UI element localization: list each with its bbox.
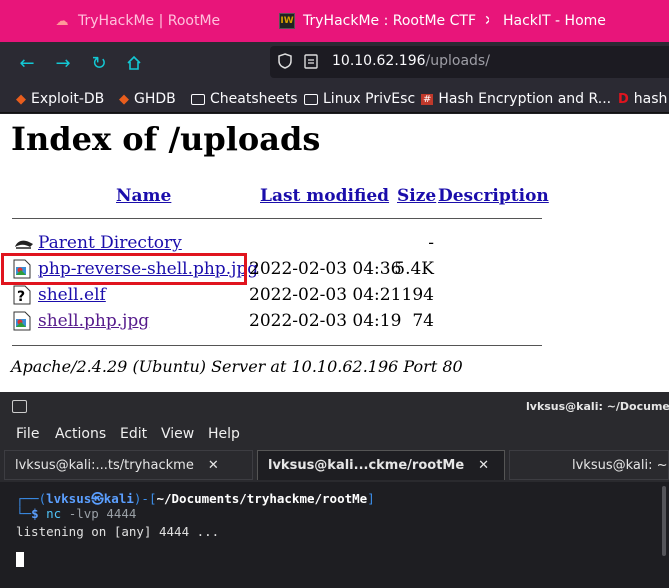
reload-icon[interactable]: ↻ xyxy=(87,51,111,75)
terminal-tab-bar: lvksus@kali:...ts/tryhackme ✕ lvksus@kal… xyxy=(0,448,669,482)
tab-title: HackIT - Home xyxy=(503,13,606,29)
terminal-output[interactable]: ┌──(lvksus㉿kali)-[~/Documents/tryhackme/… xyxy=(0,482,669,588)
close-tab-icon[interactable]: ✕ xyxy=(484,13,489,29)
kali-dragon-icon: ◆ xyxy=(16,91,26,107)
writeup-icon: IW xyxy=(279,13,295,29)
column-header-name[interactable]: Name xyxy=(116,186,171,206)
file-size: 194 xyxy=(401,285,434,305)
table-row: ? shell.elf 2022-02-03 04:21 194 xyxy=(0,283,669,307)
file-link[interactable]: shell.php.jpg xyxy=(38,311,149,331)
terminal-scrollbar[interactable] xyxy=(662,486,666,556)
svg-text:?: ? xyxy=(17,289,25,305)
bookmark-exploit-db[interactable]: ◆ Exploit-DB xyxy=(16,89,104,109)
home-icon[interactable] xyxy=(122,51,146,75)
menu-file[interactable]: File xyxy=(16,426,39,442)
prompt-host: kali xyxy=(103,491,134,506)
browser-tab-2[interactable]: IW TryHackMe : RootMe CTF ✕ xyxy=(279,0,489,42)
unknown-file-icon: ? xyxy=(13,285,33,305)
close-tab-icon[interactable]: ✕ xyxy=(208,458,219,473)
prompt-at: ㉿ xyxy=(91,491,104,506)
browser-tab-1[interactable]: ☁ TryHackMe | RootMe xyxy=(54,0,254,42)
file-modified: 2022-02-03 04:19 xyxy=(249,311,402,331)
terminal-window: lvksus@kali: ~/Documents File Actions Ed… xyxy=(0,392,669,588)
url-path: /uploads/ xyxy=(425,53,490,69)
file-modified: 2022-02-03 04:21 xyxy=(249,285,402,305)
terminal-menu-bar: File Actions Edit View Help xyxy=(0,422,669,448)
bookmark-label: Cheatsheets xyxy=(210,91,298,107)
output-line: listening on [any] 4444 ... xyxy=(16,524,220,539)
bookmark-hash[interactable]: D hash xyxy=(618,89,667,109)
hash-site-icon: # xyxy=(421,93,434,105)
prompt-line: ┌──(lvksus㉿kali)-[~/Documents/tryhackme/… xyxy=(16,491,375,506)
close-tab-icon[interactable]: ✕ xyxy=(478,458,489,473)
divider xyxy=(12,345,542,346)
file-size: 74 xyxy=(412,311,434,331)
back-arrow-icon[interactable]: ← xyxy=(15,51,39,75)
url-text: 10.10.62.196/uploads/ xyxy=(332,53,490,69)
url-host: 10.10.62.196 xyxy=(332,53,426,69)
back-folder-icon xyxy=(13,233,33,253)
menu-view[interactable]: View xyxy=(161,426,194,442)
command-line: └─$ nc -lvp 4444 xyxy=(16,506,137,521)
column-header-description[interactable]: Description xyxy=(438,186,549,206)
menu-help[interactable]: Help xyxy=(208,426,240,442)
column-header-last-modified[interactable]: Last modified xyxy=(260,186,389,206)
terminal-icon xyxy=(12,400,27,413)
image-file-icon xyxy=(13,311,33,331)
terminal-cursor xyxy=(16,552,24,567)
command-args: -lvp 4444 xyxy=(68,506,137,521)
divider xyxy=(12,218,542,219)
hash-site-icon-d: D xyxy=(618,91,629,107)
folder-icon xyxy=(191,93,205,105)
terminal-tab-2[interactable]: lvksus@kali...ckme/rootMe ✕ xyxy=(257,450,505,480)
page-content: Index of /uploads Name Last modified Siz… xyxy=(0,114,669,392)
server-signature: Apache/2.4.29 (Ubuntu) Server at 10.10.6… xyxy=(11,357,463,376)
url-bar[interactable]: 10.10.62.196/uploads/ xyxy=(270,46,669,78)
command-name: nc xyxy=(46,506,62,521)
prompt-path: ~/Documents/tryhackme/rootMe xyxy=(156,491,368,506)
browser-tab-3[interactable]: HackIT - Home xyxy=(503,0,669,42)
terminal-tab-label: lvksus@kali...ckme/rootMe xyxy=(268,458,465,473)
bookmark-label: hash xyxy=(633,91,668,107)
file-link[interactable]: shell.elf xyxy=(38,285,106,305)
parent-directory-row: Parent Directory - xyxy=(0,231,669,255)
bookmarks-bar: ◆ Exploit-DB ◆ GHDB Cheatsheets Linux Pr… xyxy=(0,84,669,113)
bookmark-label: Hash Encryption and R... xyxy=(438,91,612,107)
kali-dragon-icon: ◆ xyxy=(119,91,129,107)
terminal-title-bar: lvksus@kali: ~/Documents xyxy=(0,392,669,422)
folder-icon xyxy=(304,93,318,105)
terminal-window-title: lvksus@kali: ~/Documents xyxy=(526,400,669,413)
terminal-tab-3[interactable]: lvksus@kali: ~ xyxy=(509,450,669,480)
parent-directory-link[interactable]: Parent Directory xyxy=(38,233,182,253)
browser-tab-bar: ☁ TryHackMe | RootMe IW TryHackMe : Root… xyxy=(0,0,669,42)
tryhackme-icon: ☁ xyxy=(55,13,69,29)
terminal-tab-1[interactable]: lvksus@kali:...ts/tryhackme ✕ xyxy=(4,450,253,480)
bookmark-label: Exploit-DB xyxy=(31,91,105,107)
menu-actions[interactable]: Actions xyxy=(55,426,106,442)
shield-icon[interactable] xyxy=(278,53,292,73)
file-modified: 2022-02-03 04:36 xyxy=(249,259,402,279)
forward-arrow-icon[interactable]: → xyxy=(51,51,75,75)
terminal-tab-label: lvksus@kali:...ts/tryhackme xyxy=(15,457,194,473)
menu-edit[interactable]: Edit xyxy=(120,426,147,442)
bookmark-ghdb[interactable]: ◆ GHDB xyxy=(119,89,176,109)
page-title: Index of /uploads xyxy=(11,120,321,158)
bookmark-hash-encryption[interactable]: # Hash Encryption and R... xyxy=(421,89,611,109)
file-size: 5.4K xyxy=(394,259,434,279)
prompt-user: lvksus xyxy=(46,491,92,506)
terminal-tab-label: lvksus@kali: ~ xyxy=(572,457,668,473)
column-header-size[interactable]: Size xyxy=(397,186,436,206)
file-size: - xyxy=(428,233,434,253)
tab-title: TryHackMe : RootMe CTF xyxy=(303,13,476,29)
bookmark-label: GHDB xyxy=(134,91,176,107)
bookmark-cheatsheets[interactable]: Cheatsheets xyxy=(191,89,298,109)
table-row: shell.php.jpg 2022-02-03 04:19 74 xyxy=(0,309,669,333)
page-info-icon[interactable] xyxy=(304,53,318,73)
bookmark-linux-privesc[interactable]: Linux PrivEsc xyxy=(304,89,415,109)
highlight-box xyxy=(1,253,247,285)
bookmark-label: Linux PrivEsc xyxy=(323,91,416,107)
tab-title: TryHackMe | RootMe xyxy=(78,13,221,29)
